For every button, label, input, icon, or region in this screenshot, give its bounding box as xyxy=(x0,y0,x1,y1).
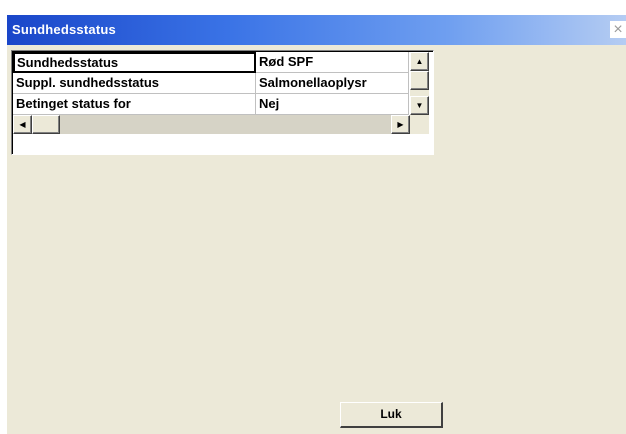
arrow-up-icon: ▲ xyxy=(415,57,424,66)
grid-row[interactable]: Betinget status for Nej xyxy=(13,94,409,115)
grid-cell-label[interactable]: Sundhedsstatus xyxy=(13,52,256,73)
title-bar[interactable]: Sundhedsstatus × xyxy=(7,15,626,45)
horizontal-scroll-thumb[interactable] xyxy=(32,115,60,134)
scroll-corner xyxy=(410,115,429,134)
sundhedsstatus-window: Sundhedsstatus × Sundhedsstatus Rød SPF … xyxy=(7,15,626,434)
vertical-scrollbar[interactable]: ▲ ▼ xyxy=(410,52,429,115)
arrow-right-icon: ▶ xyxy=(397,120,404,129)
arrow-left-icon: ◀ xyxy=(19,120,26,129)
vertical-scroll-thumb[interactable] xyxy=(410,71,429,90)
status-grid: Sundhedsstatus Rød SPF Suppl. sundhedsst… xyxy=(11,50,434,155)
grid-cell-value[interactable]: Nej xyxy=(256,94,409,115)
window-title: Sundhedsstatus xyxy=(12,22,116,37)
grid-row[interactable]: Sundhedsstatus Rød SPF xyxy=(13,52,409,73)
close-icon[interactable]: × xyxy=(610,21,626,38)
arrow-down-icon: ▼ xyxy=(415,101,424,110)
grid-row[interactable]: Suppl. sundhedsstatus Salmonellaoplysr xyxy=(13,73,409,94)
scroll-down-button[interactable]: ▼ xyxy=(410,96,429,115)
grid-cell-value[interactable]: Rød SPF xyxy=(256,52,409,73)
grid-cell-value[interactable]: Salmonellaoplysr xyxy=(256,73,409,94)
grid-cell-label[interactable]: Betinget status for xyxy=(13,94,256,115)
horizontal-scrollbar[interactable]: ◀ ▶ xyxy=(13,115,410,134)
scroll-left-button[interactable]: ◀ xyxy=(13,115,32,134)
grid-cell-label[interactable]: Suppl. sundhedsstatus xyxy=(13,73,256,94)
close-button[interactable]: Luk xyxy=(340,402,443,428)
scroll-right-button[interactable]: ▶ xyxy=(391,115,410,134)
scroll-up-button[interactable]: ▲ xyxy=(410,52,429,71)
